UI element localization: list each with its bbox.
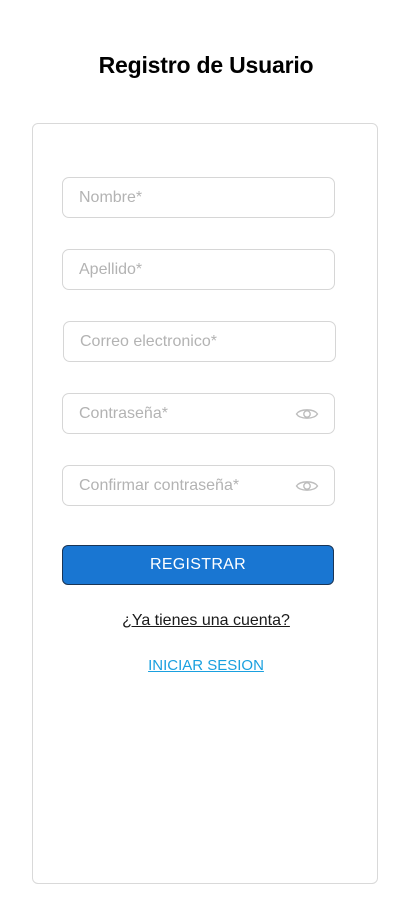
registration-card: REGISTRAR ¿Ya tienes una cuenta? INICIAR… <box>32 123 378 884</box>
last-name-input[interactable] <box>79 260 320 279</box>
login-link[interactable]: INICIAR SESION <box>33 657 379 674</box>
first-name-field[interactable] <box>62 177 335 218</box>
confirm-password-field[interactable] <box>62 465 335 506</box>
last-name-field[interactable] <box>62 249 335 290</box>
password-input[interactable] <box>79 404 294 423</box>
register-button[interactable]: REGISTRAR <box>62 545 334 585</box>
confirm-password-input[interactable] <box>79 476 294 495</box>
eye-icon[interactable] <box>294 405 320 423</box>
email-input[interactable] <box>80 332 321 351</box>
password-field[interactable] <box>62 393 335 434</box>
account-question-text: ¿Ya tienes una cuenta? <box>122 612 290 629</box>
first-name-input[interactable] <box>79 188 320 207</box>
page-title: Registro de Usuario <box>98 52 314 78</box>
eye-icon[interactable] <box>294 477 320 495</box>
email-field[interactable] <box>63 321 336 362</box>
